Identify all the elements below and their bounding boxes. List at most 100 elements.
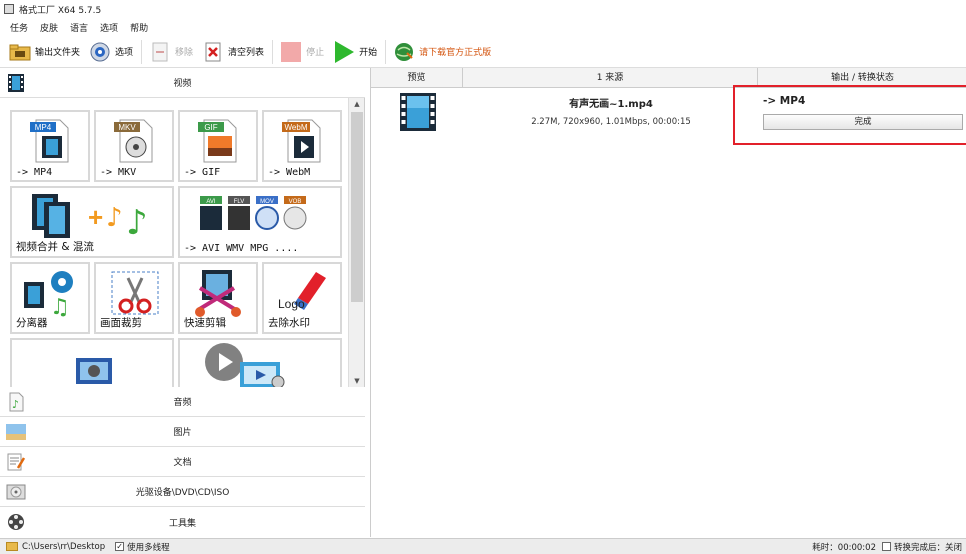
menu-language[interactable]: 语言 <box>70 21 88 34</box>
stop-button[interactable]: 停止 <box>279 38 324 66</box>
camera-icon <box>76 358 112 384</box>
column-source[interactable]: 1 来源 <box>463 68 758 88</box>
tile-splitter[interactable]: ♫ 分离器 <box>10 262 90 334</box>
output-format: -> MP4 <box>763 95 806 107</box>
source-file-info: 2.27M, 720x960, 1.01Mbps, 00:00:15 <box>531 117 691 127</box>
category-video-label: 视频 <box>173 79 192 89</box>
disc-drive-icon <box>4 481 28 503</box>
tile-remove-watermark[interactable]: Logo 去除水印 <box>262 262 342 334</box>
start-label: 开始 <box>359 48 378 58</box>
toolbar-separator <box>385 39 387 64</box>
output-status-highlight: -> MP4 完成 <box>733 85 966 145</box>
status-right-group: 耗时：00:00:02 转换完成后：关闭 <box>812 541 962 553</box>
options-label: 选项 <box>115 48 134 58</box>
after-done-label: 转换完成后：关闭 <box>893 542 962 553</box>
tile-quick-edit[interactable]: 快速剪辑 <box>178 262 258 334</box>
svg-text:+: + <box>88 202 103 232</box>
stop-icon <box>279 40 303 64</box>
window-title: 格式工厂 X64 5.7.5 <box>19 5 102 16</box>
folder-icon <box>6 542 18 551</box>
splitter-icon: ♫ <box>24 271 73 318</box>
title-bar: 格式工厂 X64 5.7.5 <box>0 0 966 18</box>
film-reel-icon <box>4 511 28 533</box>
menu-options[interactable]: 选项 <box>100 21 118 34</box>
output-folder-label: 输出文件夹 <box>35 48 81 58</box>
tile-to-mkv[interactable]: MKV -> MKV <box>94 110 174 182</box>
tile-label: -> AVI WMV MPG .... <box>184 243 299 254</box>
svg-text:♪: ♪ <box>12 398 19 411</box>
tile-label: 去除水印 <box>268 317 310 329</box>
svg-text:♪: ♪ <box>126 203 148 242</box>
menu-skin[interactable]: 皮肤 <box>40 21 58 34</box>
tile-label: 分离器 <box>16 317 48 329</box>
after-done-checkbox[interactable] <box>881 542 891 551</box>
globe-icon <box>392 40 416 64</box>
tile-label: -> MKV <box>100 167 137 178</box>
tile-label: -> GIF <box>184 167 221 178</box>
tile-video-player[interactable] <box>178 338 342 387</box>
film-icon <box>4 72 28 94</box>
svg-text:♪: ♪ <box>106 203 123 233</box>
video-function-grid: MP4 -> MP4 MKV -> MKV GIF -> GIF WebM ->… <box>0 98 348 387</box>
scroll-down-arrow-icon[interactable]: ▼ <box>349 375 365 387</box>
svg-text:GIF: GIF <box>204 123 217 132</box>
stop-label: 停止 <box>306 48 325 58</box>
webm-file-icon: WebM <box>282 119 321 163</box>
column-preview[interactable]: 预览 <box>371 68 463 88</box>
category-image[interactable]: 图片 <box>0 417 365 447</box>
tile-to-gif[interactable]: GIF -> GIF <box>178 110 258 182</box>
tile-video-merge[interactable]: + ♪ ♪ 视频合并 & 混流 <box>10 186 174 258</box>
video-file-thumbnail-icon <box>400 93 436 131</box>
multithread-checkbox[interactable]: ✓ <box>115 542 125 551</box>
multithread-label: 使用多线程 <box>127 542 170 553</box>
menu-task[interactable]: 任务 <box>10 21 28 34</box>
category-video-header[interactable]: 视频 <box>0 68 365 98</box>
document-icon <box>4 451 28 473</box>
video-grid-scrollbar[interactable]: ▲ ▼ <box>348 98 364 387</box>
output-path[interactable]: C:\Users\rr\Desktop <box>22 542 105 552</box>
category-audio[interactable]: ♪ 音频 <box>0 387 365 417</box>
mp4-file-icon: MP4 <box>30 119 69 163</box>
category-toolbox[interactable]: 工具集 <box>0 507 365 537</box>
toolbar: 输出文件夹 选项 移除 清空列表 停止 开始 请下载官方正式版 <box>0 36 966 68</box>
app-icon <box>4 4 14 14</box>
tile-label: 画面裁剪 <box>100 317 142 329</box>
options-button[interactable]: 选项 <box>88 38 133 66</box>
svg-text:VOB: VOB <box>289 199 302 205</box>
clear-list-button[interactable]: 清空列表 <box>201 38 264 66</box>
output-folder-button[interactable]: 输出文件夹 <box>8 38 80 66</box>
category-optical-drive[interactable]: 光驱设备\DVD\CD\ISO <box>0 477 365 507</box>
tile-to-avi-wmv-mpg[interactable]: AVI FLV MOV VOB -> AVI WMV MPG .... <box>178 186 342 258</box>
category-document[interactable]: 文档 <box>0 447 365 477</box>
tile-screen-record[interactable] <box>10 338 174 387</box>
category-label: 音频 <box>173 398 192 408</box>
scroll-up-arrow-icon[interactable]: ▲ <box>349 98 365 110</box>
tile-to-webm[interactable]: WebM -> WebM <box>262 110 342 182</box>
category-panel: 视频 MP4 -> MP4 MKV -> MKV GIF -> GIF WebM <box>0 68 365 537</box>
video-screen-icon <box>240 362 285 387</box>
svg-text:MKV: MKV <box>118 123 136 132</box>
status-bar: C:\Users\rr\Desktop ✓ 使用多线程 耗时：00:00:02 … <box>0 538 966 554</box>
play-icon <box>332 40 356 64</box>
remove-button[interactable]: 移除 <box>148 38 193 66</box>
mkv-file-icon: MKV <box>114 119 153 163</box>
scissors-icon <box>111 271 159 315</box>
elapsed-time: 耗时：00:00:02 <box>812 542 876 553</box>
menu-help[interactable]: 帮助 <box>130 21 148 34</box>
category-label: 工具集 <box>168 518 196 529</box>
tile-to-mp4[interactable]: MP4 -> MP4 <box>10 110 90 182</box>
merge-icon: + ♪ ♪ <box>32 194 148 242</box>
svg-text:FLV: FLV <box>234 199 245 205</box>
tile-label: -> WebM <box>268 167 311 178</box>
start-button[interactable]: 开始 <box>332 38 377 66</box>
tile-crop[interactable]: 画面裁剪 <box>94 262 174 334</box>
scroll-thumb[interactable] <box>351 112 363 302</box>
svg-text:MP4: MP4 <box>35 123 52 132</box>
audio-file-icon: ♪ <box>4 391 28 413</box>
status-done-button[interactable]: 完成 <box>763 114 963 130</box>
toolbar-separator <box>141 39 143 64</box>
tile-label: -> MP4 <box>16 167 53 178</box>
download-official-button[interactable]: 请下载官方正式版 <box>392 38 491 66</box>
svg-text:WebM: WebM <box>285 123 308 132</box>
gif-file-icon: GIF <box>198 119 237 163</box>
